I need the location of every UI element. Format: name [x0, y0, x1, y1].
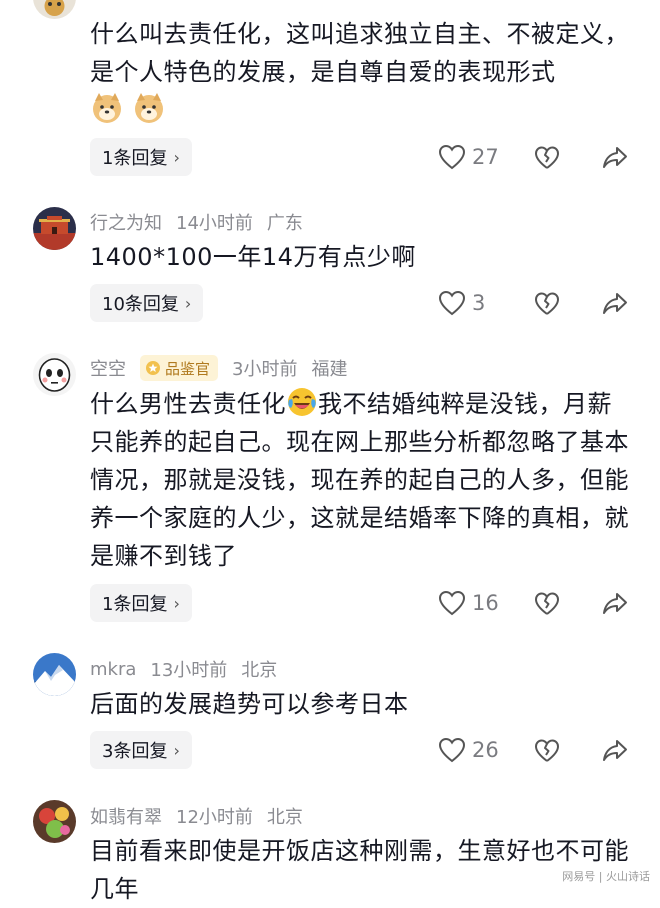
timestamp: 3小时前: [232, 359, 298, 380]
replies-label: 3条回复: [102, 741, 168, 762]
timestamp: 14小时前: [176, 213, 253, 234]
share-button[interactable]: [602, 592, 628, 620]
comment-meta: 如翡有翠 12小时前 北京: [90, 803, 303, 829]
username[interactable]: 行之为知: [90, 209, 162, 235]
share-button[interactable]: [602, 146, 628, 174]
chevron-right-icon: ›: [173, 147, 180, 167]
comment-text: 目前看来即使是开饭店这种刚需，生意好也不可能几年: [90, 837, 629, 903]
location: 广东: [266, 213, 303, 234]
broken-heart-icon: [535, 292, 559, 315]
comment-meta: 空空 品鉴官 3小时前 福建: [90, 355, 347, 381]
comment-text: 什么叫去责任化，这叫追求独立自主、不被定义，是个人特色的发展，是自尊自爱的表现形…: [90, 15, 635, 130]
replies-label: 1条回复: [102, 594, 168, 615]
laugh-cry-emoji: [286, 386, 318, 418]
location: 北京: [241, 660, 278, 681]
heart-icon: [438, 290, 466, 316]
replies-label: 1条回复: [102, 148, 168, 169]
dislike-button[interactable]: [534, 738, 560, 768]
like-count: 27: [472, 145, 499, 169]
share-arrow-icon: [603, 740, 627, 761]
timestamp: 13小时前: [150, 660, 228, 681]
share-arrow-icon: [603, 147, 627, 168]
location: 北京: [266, 807, 303, 828]
heart-icon: [438, 737, 466, 763]
like-count: 3: [472, 291, 486, 315]
like-count: 26: [472, 738, 499, 762]
view-replies-button[interactable]: 3条回复 ›: [90, 731, 192, 769]
view-replies-button[interactable]: 1条回复 ›: [90, 584, 192, 622]
comment-actions: 3: [438, 290, 638, 320]
location: 福建: [311, 359, 348, 380]
doge-emoji: [132, 91, 166, 125]
avatar[interactable]: [33, 800, 76, 843]
dislike-button[interactable]: [534, 591, 560, 621]
like-button[interactable]: 16: [438, 590, 499, 616]
avatar[interactable]: [33, 0, 76, 19]
dislike-button[interactable]: [534, 291, 560, 321]
comment-meta: mkra 13小时前 北京: [90, 656, 277, 682]
replies-label: 10条回复: [102, 294, 179, 315]
share-button[interactable]: [602, 292, 628, 320]
view-replies-button[interactable]: 10条回复 ›: [90, 284, 204, 322]
dislike-button[interactable]: [534, 145, 560, 175]
broken-heart-icon: [535, 592, 559, 615]
share-arrow-icon: [603, 593, 627, 614]
share-arrow-icon: [603, 293, 627, 314]
username[interactable]: 空空: [90, 355, 126, 381]
heart-icon: [438, 590, 466, 616]
like-button[interactable]: 27: [438, 144, 499, 170]
badge-star-icon: [146, 361, 160, 375]
broken-heart-icon: [535, 146, 559, 169]
share-button[interactable]: [602, 739, 628, 767]
avatar[interactable]: [33, 653, 76, 696]
like-count: 16: [472, 591, 499, 615]
username[interactable]: mkra: [90, 659, 136, 680]
comment-actions: 16: [438, 590, 638, 620]
heart-icon: [438, 144, 466, 170]
comment-text: 1400*100一年14万有点少啊: [90, 243, 416, 271]
broken-heart-icon: [535, 739, 559, 762]
comment-text: 什么男性去责任化 我不结婚纯粹是没钱，月薪只能养的起自己。现在网上那些分析都忽略了…: [90, 385, 635, 575]
reviewer-badge: 品鉴官: [140, 355, 219, 381]
comment-actions: 27: [438, 144, 638, 174]
badge-label: 品鉴官: [165, 359, 211, 378]
avatar[interactable]: [33, 353, 76, 396]
watermark: 网易号 | 火山诗话: [562, 870, 650, 883]
doge-emoji: [90, 91, 124, 125]
chevron-right-icon: ›: [173, 593, 180, 613]
timestamp: 12小时前: [176, 807, 253, 828]
comment-text: 后面的发展趋势可以参考日本: [90, 690, 409, 718]
comment-meta: 行之为知 14小时前 广东: [90, 209, 303, 235]
comment-actions: 26: [438, 737, 638, 767]
username[interactable]: 如翡有翠: [90, 803, 162, 829]
like-button[interactable]: 26: [438, 737, 499, 763]
chevron-right-icon: ›: [184, 293, 192, 313]
like-button[interactable]: 3: [438, 290, 485, 316]
view-replies-button[interactable]: 1条回复 ›: [90, 138, 192, 176]
chevron-right-icon: ›: [173, 740, 180, 760]
avatar[interactable]: [33, 207, 76, 250]
